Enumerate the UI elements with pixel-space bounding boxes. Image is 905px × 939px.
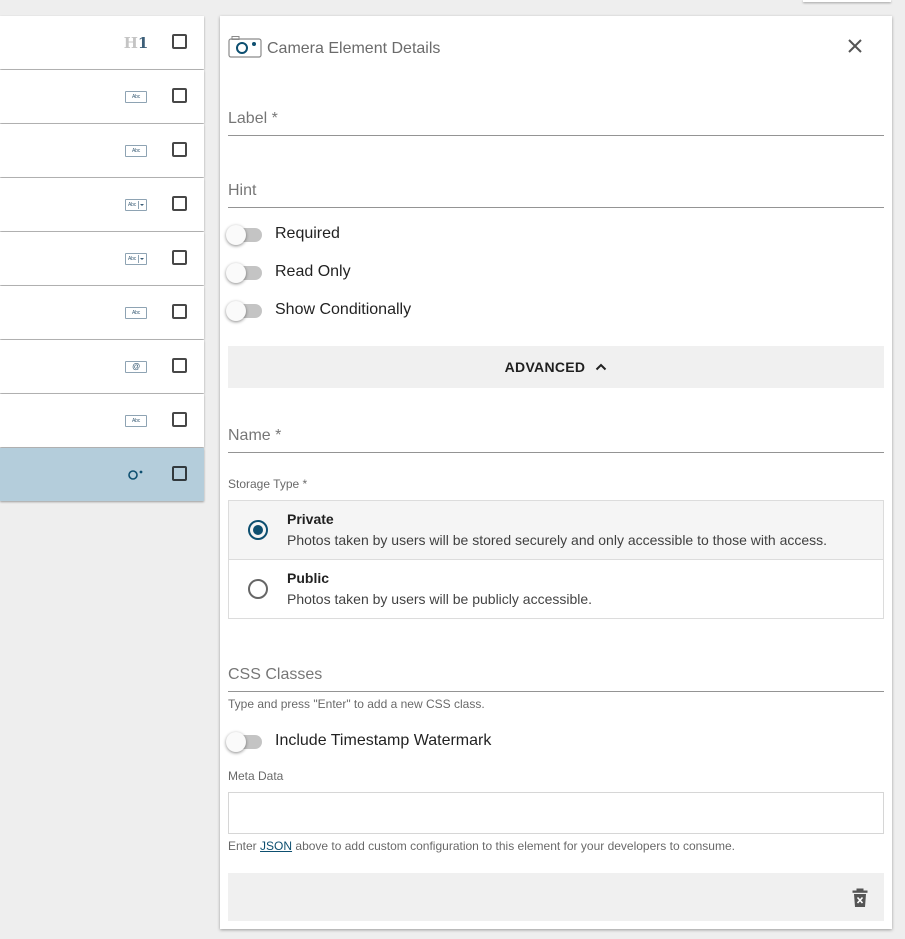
radio-button[interactable] xyxy=(248,579,268,599)
css-classes-label: CSS Classes xyxy=(228,666,323,683)
radio-description: Photos taken by users will be publicly a… xyxy=(287,591,593,607)
read-only-label: Read Only xyxy=(275,263,351,280)
element-details-panel: Camera Element Details Label * Hint Requ… xyxy=(220,16,892,929)
chevron-up-icon xyxy=(596,363,607,371)
hint-input-label: Hint xyxy=(228,182,257,199)
radio-title: Public xyxy=(287,570,330,586)
meta-data-label: Meta Data xyxy=(228,769,284,783)
element-row-text[interactable]: Abc xyxy=(0,70,204,123)
toggle-switch[interactable] xyxy=(226,731,264,752)
meta-data-input[interactable] xyxy=(228,792,884,834)
element-row-text[interactable]: Abc xyxy=(0,394,204,447)
meta-data-hint: Enter JSON above to add custom configura… xyxy=(228,839,735,853)
row-checkbox[interactable] xyxy=(172,304,187,319)
element-row-text[interactable]: Abc xyxy=(0,124,204,177)
hint-input[interactable]: Hint xyxy=(228,170,884,208)
camera-icon xyxy=(124,448,148,501)
text-field-icon: Abc xyxy=(124,286,148,339)
element-row-heading[interactable]: H1 xyxy=(0,16,204,69)
storage-option-private[interactable]: Private Photos taken by users will be st… xyxy=(229,501,883,560)
show-conditionally-toggle[interactable]: Show Conditionally xyxy=(226,298,412,322)
element-row-camera[interactable] xyxy=(0,448,204,501)
row-checkbox[interactable] xyxy=(172,34,187,49)
read-only-toggle[interactable]: Read Only xyxy=(226,260,351,284)
heading-icon: H1 xyxy=(123,33,149,52)
row-checkbox[interactable] xyxy=(172,466,187,481)
text-field-icon: Abc xyxy=(124,124,148,177)
toggle-switch[interactable] xyxy=(226,300,264,321)
row-checkbox[interactable] xyxy=(172,412,187,427)
text-field-icon: Abc xyxy=(124,70,148,123)
top-sliver xyxy=(803,0,891,2)
row-checkbox[interactable] xyxy=(172,88,187,103)
panel-title: Camera Element Details xyxy=(267,40,441,57)
trash-icon[interactable] xyxy=(851,888,869,908)
radio-description: Photos taken by users will be stored sec… xyxy=(287,532,828,548)
radio-title: Private xyxy=(287,511,334,527)
storage-option-public[interactable]: Public Photos taken by users will be pub… xyxy=(229,560,883,618)
row-checkbox[interactable] xyxy=(172,196,187,211)
element-row-select[interactable]: Abc xyxy=(0,178,204,231)
required-label: Required xyxy=(275,225,340,242)
panel-footer xyxy=(228,873,884,921)
label-input[interactable]: Label * xyxy=(228,98,884,136)
text-field-icon: Abc xyxy=(124,394,148,447)
css-classes-hint: Type and press "Enter" to add a new CSS … xyxy=(228,697,485,711)
dropdown-icon: Abc xyxy=(124,232,148,285)
storage-type-radio-group: Private Photos taken by users will be st… xyxy=(228,500,884,619)
toggle-switch[interactable] xyxy=(226,262,264,283)
element-row-email[interactable]: @ xyxy=(0,340,204,393)
timestamp-watermark-toggle[interactable]: Include Timestamp Watermark xyxy=(226,729,492,753)
panel-header: Camera Element Details xyxy=(228,35,441,64)
dropdown-icon: Abc xyxy=(124,178,148,231)
storage-type-label: Storage Type * xyxy=(228,477,308,491)
name-input-label: Name * xyxy=(228,427,282,444)
row-checkbox[interactable] xyxy=(172,358,187,373)
advanced-label: ADVANCED xyxy=(504,359,586,375)
name-input[interactable]: Name * xyxy=(228,416,884,453)
required-toggle[interactable]: Required xyxy=(226,222,340,246)
email-icon: @ xyxy=(124,340,148,393)
css-classes-input[interactable]: CSS Classes xyxy=(228,654,884,692)
row-checkbox[interactable] xyxy=(172,142,187,157)
show-conditionally-label: Show Conditionally xyxy=(275,301,412,318)
label-input-label: Label * xyxy=(228,110,278,127)
camera-icon xyxy=(228,35,262,64)
row-checkbox[interactable] xyxy=(172,250,187,265)
advanced-section-toggle[interactable]: ADVANCED xyxy=(228,346,884,388)
element-row-text[interactable]: Abc xyxy=(0,286,204,339)
form-elements-list: H1 Abc Abc Abc Abc Abc @ Abc xyxy=(0,16,204,502)
close-icon[interactable] xyxy=(847,38,863,54)
json-link[interactable]: JSON xyxy=(260,839,292,853)
toggle-switch[interactable] xyxy=(226,224,264,245)
timestamp-watermark-label: Include Timestamp Watermark xyxy=(275,732,492,749)
radio-button[interactable] xyxy=(248,520,268,540)
element-row-select[interactable]: Abc xyxy=(0,232,204,285)
